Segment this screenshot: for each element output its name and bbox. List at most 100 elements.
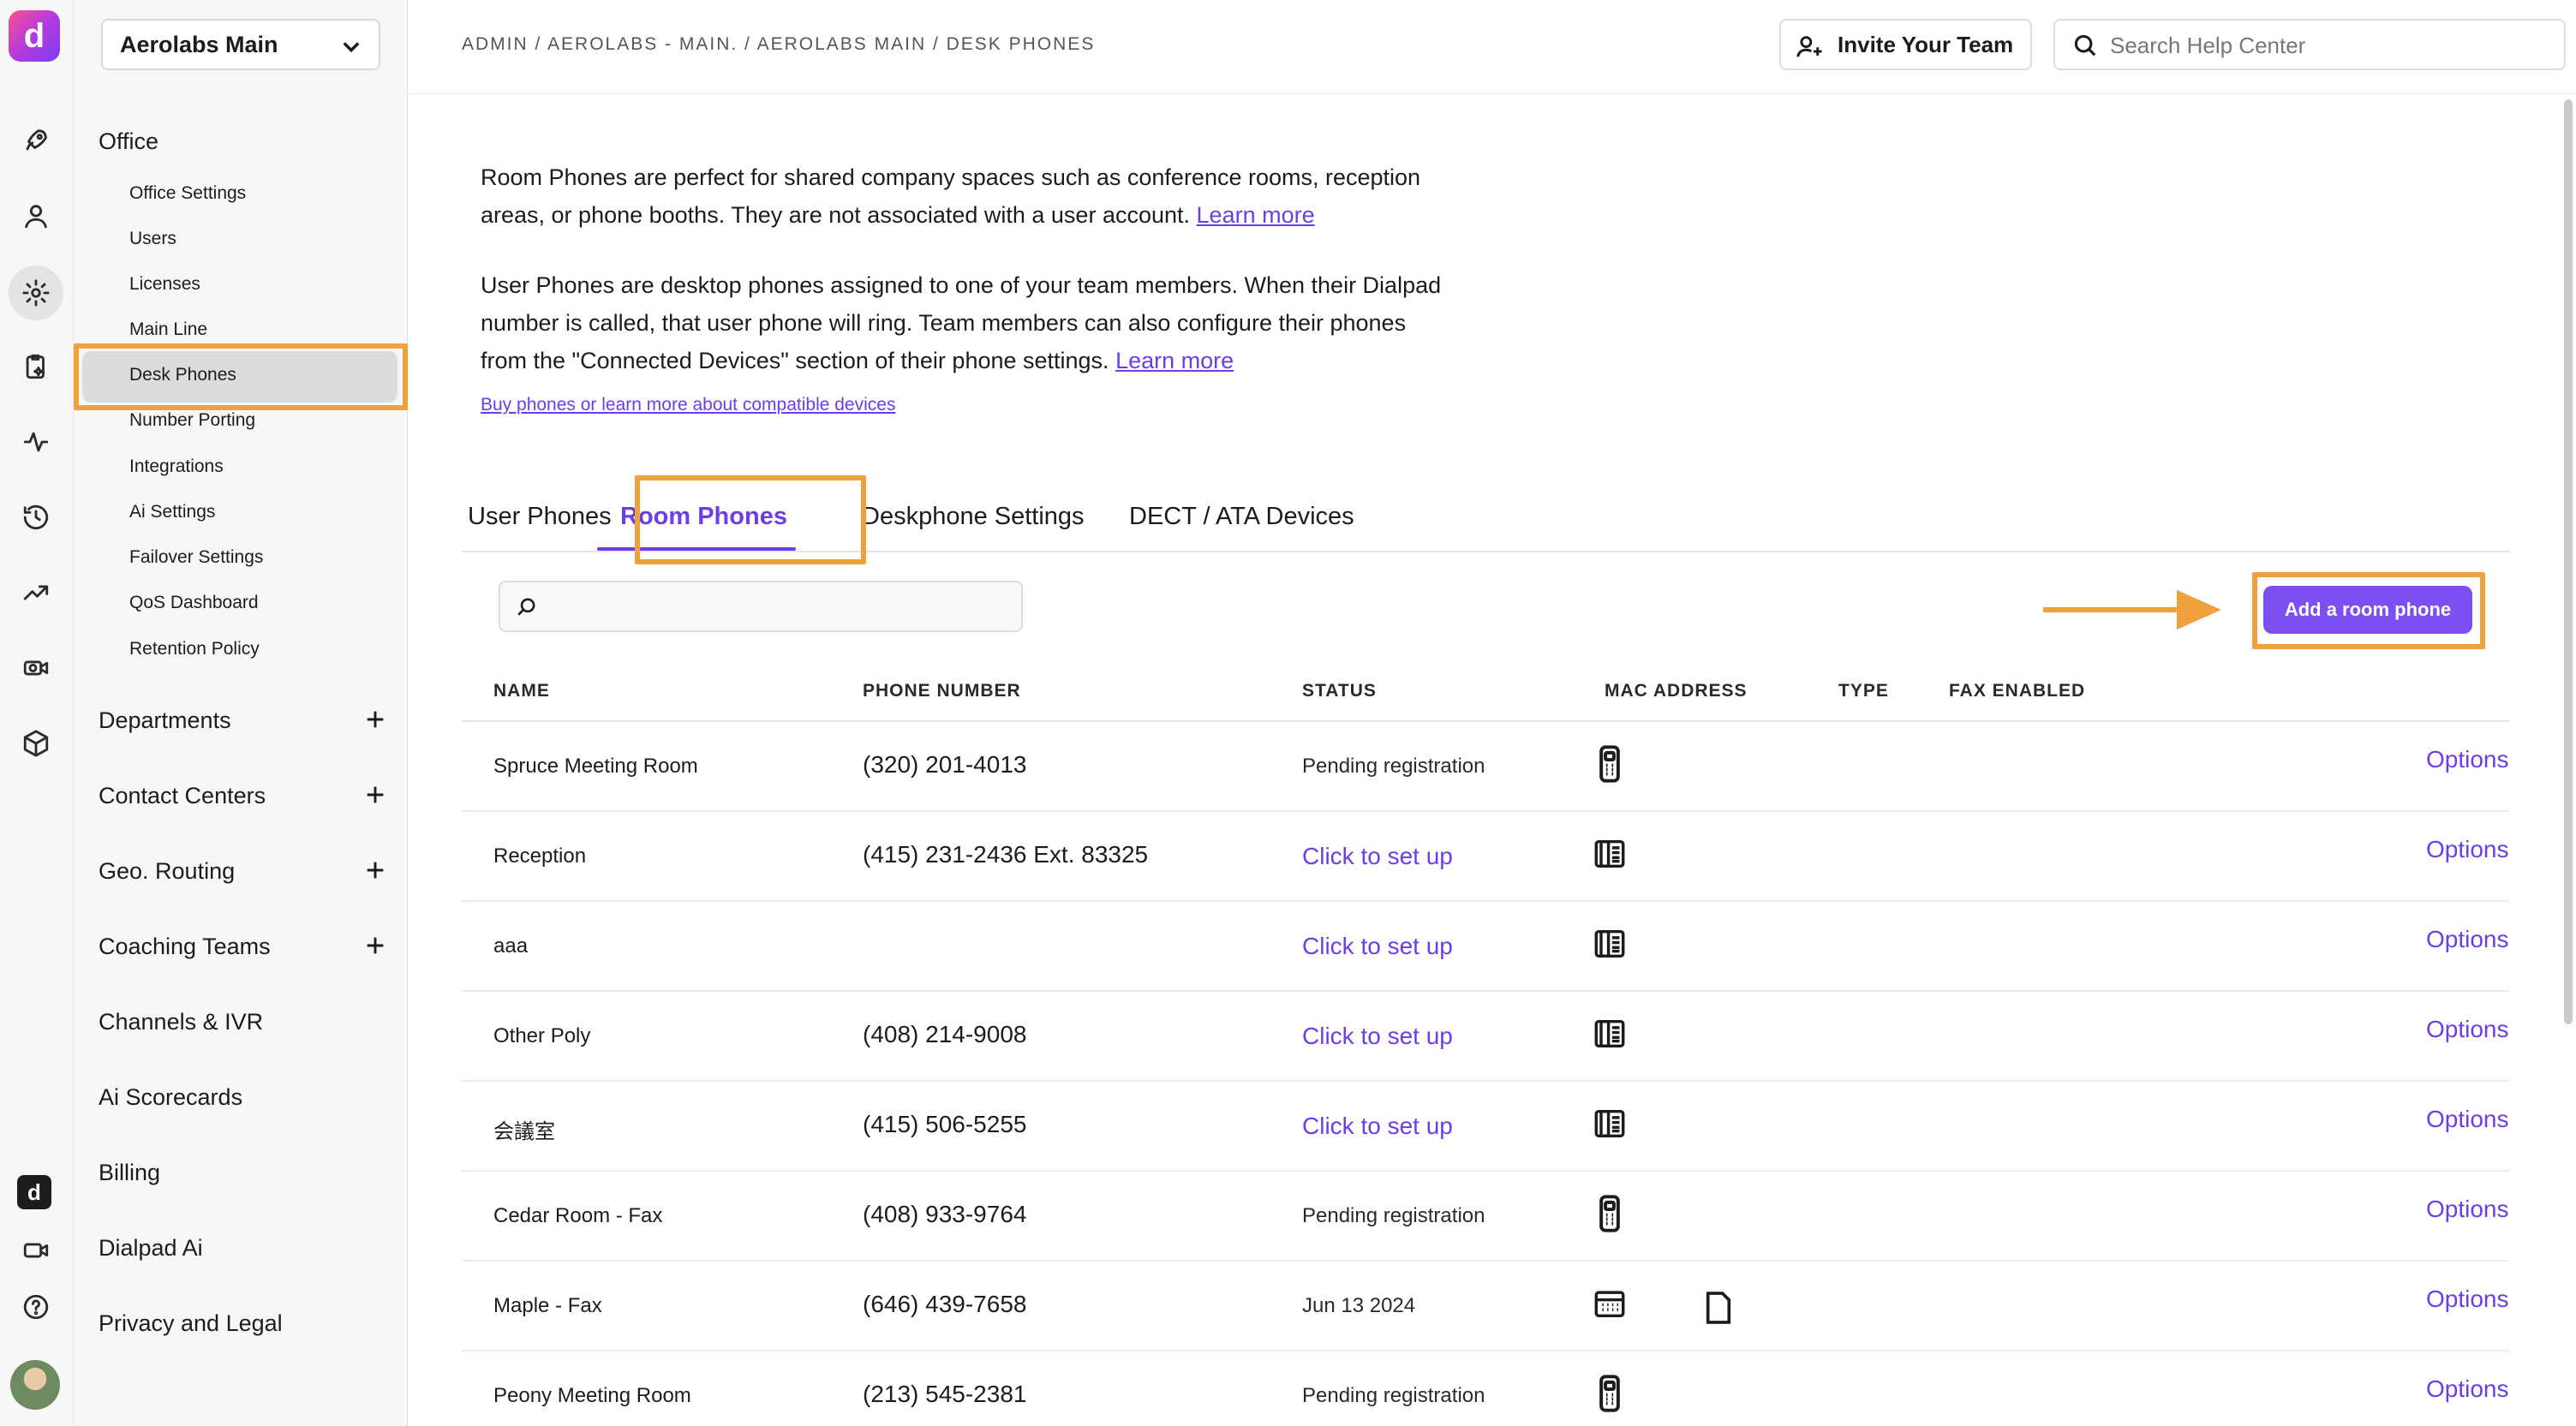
sidebar-item-office-settings[interactable]: Office Settings bbox=[129, 183, 246, 204]
help-icon[interactable] bbox=[17, 1288, 55, 1326]
add-room-phone-button[interactable]: Add a room phone bbox=[2263, 586, 2472, 634]
table-row[interactable]: Spruce Meeting Room (320) 201-4013 Pending… bbox=[462, 722, 2509, 812]
mobile-phone-icon bbox=[1593, 744, 1627, 784]
expand-plus-icon[interactable] bbox=[363, 783, 387, 807]
phone-number: (646) 439-7658 bbox=[863, 1291, 1027, 1317]
sidebar-item-users[interactable]: Users bbox=[129, 229, 176, 249]
options-link[interactable]: Options bbox=[2426, 1106, 2509, 1133]
expand-plus-icon[interactable] bbox=[363, 707, 387, 731]
invite-team-button[interactable]: Invite Your Team bbox=[1779, 19, 2032, 70]
options-link[interactable]: Options bbox=[2426, 1375, 2509, 1403]
chevron-down-icon bbox=[339, 34, 363, 58]
sidebar-section-privacy-legal[interactable]: Privacy and Legal bbox=[99, 1310, 283, 1337]
phone-number: (415) 231-2436 Ext. 83325 bbox=[863, 841, 1149, 868]
learn-more-link[interactable]: Learn more bbox=[1197, 202, 1315, 228]
col-mac-address[interactable]: MAC ADDRESS bbox=[1605, 681, 1748, 701]
col-name[interactable]: NAME bbox=[493, 681, 550, 701]
options-link[interactable]: Options bbox=[2426, 746, 2509, 773]
sidebar-item-integrations[interactable]: Integrations bbox=[129, 456, 224, 477]
video-icon[interactable] bbox=[17, 1232, 55, 1269]
room-name: 会議室 bbox=[493, 1120, 555, 1143]
room-name: Maple - Fax bbox=[493, 1294, 602, 1317]
sidebar-item-qos-dashboard[interactable]: QoS Dashboard bbox=[129, 593, 259, 613]
expand-plus-icon[interactable] bbox=[363, 934, 387, 958]
expand-plus-icon[interactable] bbox=[363, 858, 387, 882]
table-row[interactable]: 会議室 (415) 506-5255 Click to set up Options bbox=[462, 1082, 2509, 1172]
learn-more-link[interactable]: Learn more bbox=[1115, 348, 1234, 373]
buy-phones-link[interactable]: Buy phones or learn more about compatibl… bbox=[481, 395, 895, 415]
rocket-icon[interactable] bbox=[17, 122, 55, 159]
options-link[interactable]: Options bbox=[2426, 836, 2509, 863]
sidebar-section-geo-routing[interactable]: Geo. Routing bbox=[99, 858, 235, 885]
table-row[interactable]: Cedar Room - Fax (408) 933-9764 Pending re… bbox=[462, 1172, 2509, 1262]
cube-icon[interactable] bbox=[17, 725, 55, 762]
user-icon[interactable] bbox=[17, 197, 55, 235]
sidebar-section-contact-centers[interactable]: Contact Centers bbox=[99, 783, 266, 809]
sidebar-item-licenses[interactable]: Licenses bbox=[129, 274, 200, 295]
table-search-field[interactable] bbox=[499, 581, 1023, 632]
tab-deskphone-settings[interactable]: Deskphone Settings bbox=[862, 503, 1085, 531]
options-link[interactable]: Options bbox=[2426, 1196, 2509, 1223]
sidebar-item-failover-settings[interactable]: Failover Settings bbox=[129, 547, 263, 568]
room-name: Peony Meeting Room bbox=[493, 1384, 691, 1407]
sidebar-section-billing[interactable]: Billing bbox=[99, 1160, 160, 1186]
sidebar-section-dialpad-ai[interactable]: Dialpad Ai bbox=[99, 1235, 203, 1262]
active-tab-indicator bbox=[597, 547, 796, 551]
phone-tabs: User Phones Room Phones Deskphone Settin… bbox=[462, 480, 2509, 552]
avatar[interactable] bbox=[10, 1360, 60, 1410]
trend-icon[interactable] bbox=[17, 574, 55, 612]
sidebar-item-number-porting[interactable]: Number Porting bbox=[129, 410, 255, 431]
table-row[interactable]: Reception (415) 231-2436 Ext. 83325 Click … bbox=[462, 812, 2509, 902]
sidebar-item-retention-policy[interactable]: Retention Policy bbox=[129, 639, 260, 659]
mobile-phone-icon bbox=[1593, 1374, 1627, 1413]
table-row[interactable]: Peony Meeting Room (213) 545-2381 Pending … bbox=[462, 1351, 2509, 1426]
table-search-input[interactable] bbox=[548, 591, 1011, 624]
options-link[interactable]: Options bbox=[2426, 926, 2509, 953]
table-header: NAME PHONE NUMBER STATUS MAC ADDRESS TYP… bbox=[462, 669, 2509, 722]
status-text: Pending registration bbox=[1302, 1384, 1485, 1407]
tab-user-phones[interactable]: User Phones bbox=[468, 503, 612, 531]
options-link[interactable]: Options bbox=[2426, 1286, 2509, 1313]
table-row[interactable]: Maple - Fax (646) 439-7658 Jun 13 2024 Opti… bbox=[462, 1262, 2509, 1351]
table-row[interactable]: Other Poly (408) 214-9008 Click to set up O… bbox=[462, 992, 2509, 1082]
activity-icon[interactable] bbox=[17, 423, 55, 461]
dialpad-logo[interactable]: d bbox=[9, 10, 60, 62]
setup-link[interactable]: Click to set up bbox=[1302, 933, 1453, 960]
col-fax-enabled[interactable]: FAX ENABLED bbox=[1949, 681, 2085, 701]
sidebar-item-desk-phones[interactable]: Desk Phones bbox=[129, 365, 236, 385]
tab-dect-ata-devices[interactable]: DECT / ATA Devices bbox=[1129, 503, 1354, 531]
camera-icon[interactable] bbox=[17, 649, 55, 687]
room-name: aaa bbox=[493, 934, 529, 958]
sidebar-section-office[interactable]: Office bbox=[99, 128, 158, 155]
top-header: ADMIN / AEROLABS - MAIN. / AEROLABS MAIN… bbox=[409, 0, 2576, 94]
scrollbar[interactable] bbox=[2564, 99, 2573, 1024]
col-type[interactable]: TYPE bbox=[1838, 681, 1889, 701]
setup-link[interactable]: Click to set up bbox=[1302, 843, 1453, 870]
tab-room-phones[interactable]: Room Phones bbox=[620, 503, 787, 531]
phone-number: (320) 201-4013 bbox=[863, 751, 1027, 778]
sidebar-section-coaching-teams[interactable]: Coaching Teams bbox=[99, 934, 271, 960]
clipboard-sparkle-icon[interactable] bbox=[17, 348, 55, 385]
phone-number: (213) 545-2381 bbox=[863, 1381, 1027, 1407]
setup-link[interactable]: Click to set up bbox=[1302, 1113, 1453, 1140]
gear-icon[interactable] bbox=[9, 266, 63, 320]
setup-link[interactable]: Click to set up bbox=[1302, 1023, 1453, 1050]
table-row[interactable]: aaa Click to set up Options bbox=[462, 902, 2509, 992]
sidebar-section-ai-scorecards[interactable]: Ai Scorecards bbox=[99, 1084, 242, 1111]
col-phone-number[interactable]: PHONE NUMBER bbox=[863, 681, 1021, 701]
options-link[interactable]: Options bbox=[2426, 1016, 2509, 1043]
status-text: Pending registration bbox=[1302, 1204, 1485, 1227]
main-content: Room Phones are perfect for shared compa… bbox=[409, 95, 2576, 1426]
search-help-input[interactable] bbox=[2110, 29, 2538, 62]
org-selector[interactable]: Aerolabs Main bbox=[101, 19, 380, 70]
status-text: Jun 13 2024 bbox=[1302, 1294, 1416, 1317]
sidebar-section-channels-ivr[interactable]: Channels & IVR bbox=[99, 1009, 263, 1035]
sidebar-section-departments[interactable]: Departments bbox=[99, 707, 231, 734]
col-status[interactable]: STATUS bbox=[1302, 681, 1377, 701]
dialpad-ai-icon[interactable]: d bbox=[17, 1175, 51, 1209]
search-help-field[interactable] bbox=[2053, 19, 2566, 70]
sidebar-item-ai-settings[interactable]: Ai Settings bbox=[129, 502, 215, 522]
status-text: Pending registration bbox=[1302, 755, 1485, 778]
history-icon[interactable] bbox=[17, 498, 55, 536]
sidebar-item-main-line[interactable]: Main Line bbox=[129, 319, 207, 340]
